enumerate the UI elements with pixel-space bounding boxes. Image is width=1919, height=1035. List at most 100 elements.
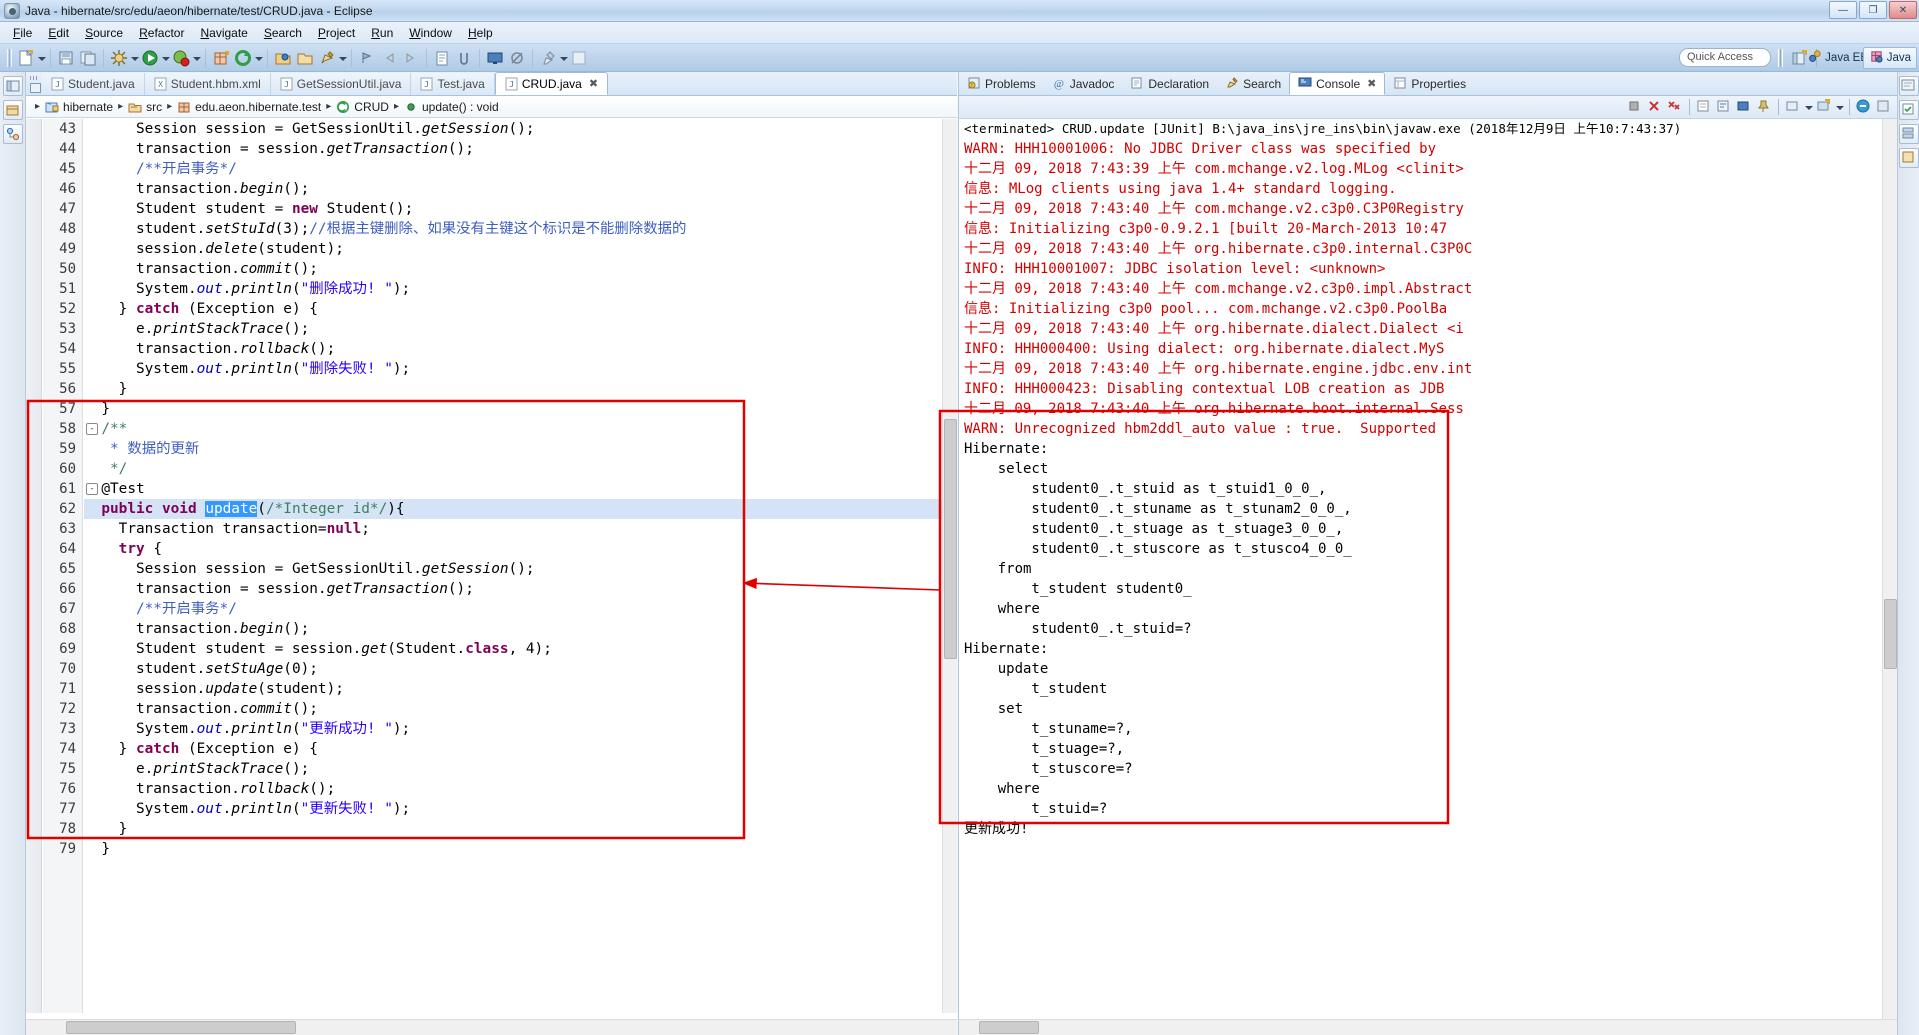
window-controls[interactable]: — ❐ ✕ [1829,1,1917,19]
code-line[interactable]: try { [84,539,162,559]
menu-item-refactor[interactable]: Refactor [131,24,192,42]
open-console-icon[interactable] [1815,98,1833,116]
code-line[interactable]: Student student = new Student(); [84,199,413,219]
run-external-tools-icon[interactable] [171,48,191,68]
editor-vscroll-thumb[interactable] [944,419,957,659]
code-line[interactable]: student.setStuAge(0); [84,659,318,679]
open-resource-icon[interactable] [295,48,315,68]
package-explorer-icon[interactable] [3,100,23,120]
code-line[interactable]: transaction.rollback(); [84,779,335,799]
code-line[interactable]: session.update(student); [84,679,344,699]
editor-hscroll-thumb[interactable] [66,1021,296,1034]
breadcrumb-item-update-----void[interactable]: update() : void [404,100,499,114]
tab-close-icon[interactable]: ✖ [589,77,598,90]
code-line[interactable]: System.out.println("删除成功! "); [84,279,410,299]
console-output[interactable]: <terminated> CRUD.update [JUnit] B:\java… [959,119,1898,1019]
close-button[interactable]: ✕ [1889,1,1917,19]
console-vscroll-thumb[interactable] [1884,599,1897,669]
source-code[interactable]: Session session = GetSessionUtil.getSess… [84,119,941,1013]
menu-item-window[interactable]: Window [401,24,460,42]
refresh-dropdown-icon[interactable] [254,48,263,68]
code-line[interactable]: transaction.commit(); [84,699,318,719]
code-line[interactable]: public void update(/*Integer id*/){ [84,499,957,519]
editor-vertical-scrollbar[interactable] [942,119,957,1013]
open-console-dropdown-icon[interactable] [1835,97,1844,117]
search-dropdown-icon[interactable] [338,48,347,68]
code-line[interactable]: System.out.println("更新成功! "); [84,719,410,739]
remove-all-terminated-icon[interactable] [1666,98,1684,116]
code-line[interactable]: /** [84,419,127,439]
editor-tab-student-java[interactable]: JStudent.java [42,73,145,95]
menu-item-search[interactable]: Search [256,24,310,42]
breadcrumb-item-edu-aeon-hibernate-test[interactable]: edu.aeon.hibernate.test [177,100,321,114]
annotation-dropdown-icon[interactable] [559,48,568,68]
editor-tab-getsessionutil-java[interactable]: JGetSessionUtil.java [271,73,412,95]
editor-horizontal-scrollbar[interactable] [26,1019,957,1035]
terminate-icon[interactable] [1626,98,1644,116]
pin-console-icon[interactable] [1755,98,1773,116]
breadcrumb-item-crud[interactable]: CRUD [336,100,389,114]
code-line[interactable]: } [84,399,110,419]
quick-access-input[interactable]: Quick Access [1679,48,1771,67]
editor-tabs-grip[interactable] [26,73,42,95]
breadcrumb-item-src[interactable]: src [128,100,162,114]
code-line[interactable]: System.out.println("删除失败! "); [84,359,410,379]
scroll-lock-icon[interactable] [1715,98,1733,116]
console-hscroll-thumb[interactable] [979,1021,1039,1034]
console-tab-console[interactable]: Console✖ [1289,72,1385,95]
extra-toolbar-icon[interactable] [569,48,589,68]
save-icon[interactable] [56,48,76,68]
debug-icon[interactable] [109,48,129,68]
code-line[interactable]: Student student = session.get(Student.cl… [84,639,552,659]
skip-breakpoints-icon[interactable] [507,48,527,68]
show-whitespace-icon[interactable] [454,48,474,68]
code-line[interactable]: transaction.begin(); [84,179,309,199]
code-line[interactable]: transaction = session.getTransaction(); [84,139,474,159]
console-select-dropdown-icon[interactable] [1804,97,1813,117]
code-line[interactable]: @Test [84,479,145,499]
toggle-mark-occurrences-icon[interactable] [432,48,452,68]
editor-tab-student-hbm-xml[interactable]: XStudent.hbm.xml [145,73,271,95]
code-line[interactable]: } [84,839,110,859]
hierarchy-view-icon[interactable] [3,124,23,144]
code-line[interactable]: } [84,379,127,399]
new-annotation-icon[interactable] [538,48,558,68]
new-wizard-dropdown-icon[interactable] [37,48,46,68]
console-toolbar-icon[interactable] [485,48,505,68]
new-java-package-icon[interactable] [211,48,231,68]
menu-item-help[interactable]: Help [460,24,501,42]
save-all-icon[interactable] [78,48,98,68]
code-line[interactable]: transaction.rollback(); [84,339,335,359]
editor-tab-test-java[interactable]: JTest.java [411,73,494,95]
console-tab-problems[interactable]: !Problems [959,73,1044,95]
snippets-view-icon[interactable] [1899,148,1919,168]
toolbar-grip[interactable] [7,49,12,67]
search-toolbar-icon[interactable] [317,48,337,68]
code-line[interactable]: transaction.begin(); [84,619,309,639]
run-external-dropdown-icon[interactable] [192,48,201,68]
refresh-icon[interactable] [233,48,253,68]
menu-item-project[interactable]: Project [310,24,363,42]
console-horizontal-scrollbar[interactable] [959,1019,1898,1035]
show-console-on-output-icon[interactable] [1735,98,1753,116]
run-icon[interactable] [140,48,160,68]
menu-item-file[interactable]: File [5,24,40,42]
clear-console-icon[interactable] [1695,98,1713,116]
code-line[interactable]: Transaction transaction=null; [84,519,370,539]
code-line[interactable]: transaction = session.getTransaction(); [84,579,474,599]
marker-bar[interactable] [26,119,42,1013]
code-editor[interactable]: 4344454647484950515253545556575859606162… [26,119,957,1013]
code-line[interactable]: } catch (Exception e) { [84,299,318,319]
console-vertical-scrollbar[interactable] [1882,119,1897,1019]
editor-tab-crud-java[interactable]: JCRUD.java✖ [495,72,608,95]
servers-view-icon[interactable] [1899,124,1919,144]
code-line[interactable]: transaction.commit(); [84,259,318,279]
console-tab-declaration[interactable]: Declaration [1122,73,1217,95]
minimize-button[interactable]: — [1829,1,1857,19]
menu-item-edit[interactable]: Edit [40,24,77,42]
code-line[interactable]: e.printStackTrace(); [84,759,309,779]
code-line[interactable]: Session session = GetSessionUtil.getSess… [84,119,535,139]
open-type-icon[interactable] [273,48,293,68]
code-line[interactable]: /**开启事务*/ [84,599,237,619]
code-line[interactable]: System.out.println("更新失败! "); [84,799,410,819]
